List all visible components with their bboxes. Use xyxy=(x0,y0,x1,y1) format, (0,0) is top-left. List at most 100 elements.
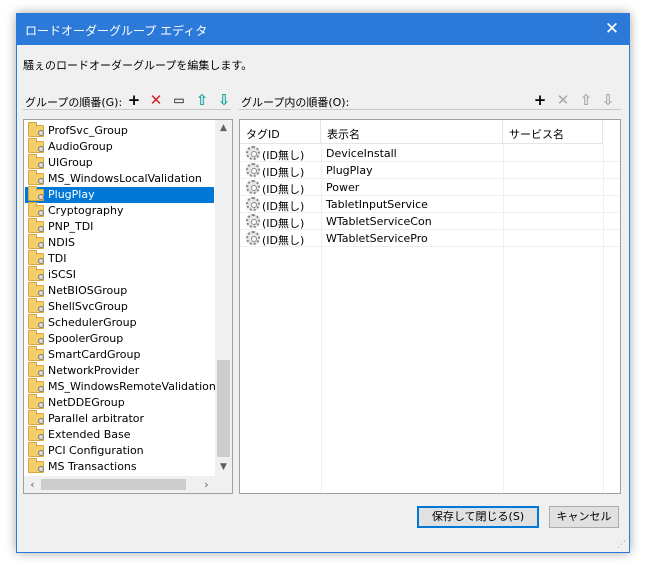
folder-gear-icon xyxy=(28,346,44,361)
group-list-item-label: ProfSvc_Group xyxy=(48,124,128,137)
group-list-item-label: SpoolerGroup xyxy=(48,332,124,345)
group-list-item-label: ShellSvcGroup xyxy=(48,300,128,313)
display-name-cell: PlugPlay xyxy=(326,164,373,177)
service-row[interactable]: (ID無し) WTabletServiceCon xyxy=(240,213,620,230)
column-header-tag[interactable]: タグID xyxy=(240,120,321,144)
group-list-item[interactable]: ShellSvcGroup xyxy=(25,298,214,315)
in-group-order-label: グループ内の順番(O): xyxy=(241,96,350,109)
scroll-down-icon[interactable]: ▼ xyxy=(215,459,232,476)
save-close-button[interactable]: 保存して閉じる(S) xyxy=(417,506,539,528)
description-text: 騒ぇのロードオーダーグループを編集します。 xyxy=(23,59,253,72)
folder-gear-icon xyxy=(28,362,44,377)
group-list-item[interactable]: UIGroup xyxy=(25,154,214,171)
group-list-item[interactable]: Parallel arbitrator xyxy=(25,410,214,427)
group-list-item[interactable]: iSCSI xyxy=(25,266,214,283)
group-list-item-label: PlugPlay xyxy=(48,188,95,201)
group-list-item[interactable]: AudioGroup xyxy=(25,138,214,155)
rename-group-icon[interactable]: ▭ xyxy=(170,91,188,109)
group-list[interactable]: ProfSvc_Group AudioGroup UIGroup MS_Windows… xyxy=(23,119,233,494)
group-list-item[interactable]: NetBIOSGroup xyxy=(25,282,214,299)
display-name-cell: WTabletServicePro xyxy=(326,232,428,245)
group-list-item[interactable]: TDI xyxy=(25,250,214,267)
horizontal-scrollbar[interactable]: ‹ › xyxy=(24,476,215,493)
service-row[interactable]: (ID無し) Power xyxy=(240,179,620,196)
group-list-item[interactable]: PlugPlay xyxy=(25,186,214,203)
group-list-item[interactable]: Extended Base xyxy=(25,426,214,443)
group-list-item[interactable]: MS_WindowsRemoteValidation xyxy=(25,378,216,395)
folder-gear-icon xyxy=(28,138,44,153)
folder-gear-icon xyxy=(28,410,44,425)
group-list-item[interactable]: PNP_TDI xyxy=(25,218,214,235)
in-group-order-header: グループ内の順番(O): + ✕ ⇧ ⇩ xyxy=(239,90,621,110)
group-list-item-label: Extended Base xyxy=(48,428,131,441)
folder-gear-icon xyxy=(28,442,44,457)
group-list-item[interactable]: SmartCardGroup xyxy=(25,346,214,363)
tag-id-cell: (ID無し) xyxy=(262,217,305,230)
group-list-item-label: iSCSI xyxy=(48,268,76,281)
group-list-item[interactable]: SpoolerGroup xyxy=(25,330,214,347)
delete-group-icon[interactable]: ✕ xyxy=(147,91,165,109)
folder-gear-icon xyxy=(28,458,44,473)
group-list-item[interactable]: NDIS xyxy=(25,234,214,251)
service-grid[interactable]: タグID 表示名 サービス名 (ID無し) DeviceInstall (ID無し)… xyxy=(239,119,621,494)
display-name-cell: Power xyxy=(326,181,360,194)
folder-gear-icon xyxy=(28,218,44,233)
window-title: ロードオーダーグループ エディタ xyxy=(25,24,208,38)
group-list-item[interactable]: NetDDEGroup xyxy=(25,394,214,411)
vertical-scrollbar[interactable]: ▲ ▼ xyxy=(215,120,232,476)
tag-id-cell: (ID無し) xyxy=(262,183,305,196)
group-list-item-label: NetDDEGroup xyxy=(48,396,125,409)
load-order-group-editor-window: ロードオーダーグループ エディタ ✕ 騒ぇのロードオーダーグループを編集します。… xyxy=(16,13,630,553)
folder-gear-icon xyxy=(28,170,44,185)
group-list-item-label: MS Transactions xyxy=(48,460,137,473)
group-list-item-label: NDIS xyxy=(48,236,75,249)
group-list-item-label: UIGroup xyxy=(48,156,93,169)
service-row[interactable]: (ID無し) TabletInputService xyxy=(240,196,620,213)
column-header-service-name[interactable]: サービス名 xyxy=(503,120,603,144)
group-list-item-label: PNP_TDI xyxy=(48,220,94,233)
service-row[interactable]: (ID無し) DeviceInstall xyxy=(240,145,620,162)
group-list-item-label: NetworkProvider xyxy=(48,364,140,377)
move-down-icon[interactable]: ⇩ xyxy=(215,91,233,109)
group-list-item[interactable]: ProfSvc_Group xyxy=(25,122,214,139)
delete-service-icon[interactable]: ✕ xyxy=(554,91,572,109)
folder-gear-icon xyxy=(28,186,44,201)
service-row[interactable]: (ID無し) WTabletServicePro xyxy=(240,230,620,247)
group-list-item-label: MS_WindowsRemoteValidation xyxy=(48,380,216,393)
add-service-icon[interactable]: + xyxy=(531,91,549,109)
group-list-item-label: Parallel arbitrator xyxy=(48,412,145,425)
scroll-right-icon[interactable]: › xyxy=(198,476,215,493)
group-list-item-label: SmartCardGroup xyxy=(48,348,141,361)
group-list-item[interactable]: MS Transactions xyxy=(25,458,214,475)
group-list-item[interactable]: PCI Configuration xyxy=(25,442,214,459)
close-icon[interactable]: ✕ xyxy=(595,14,629,45)
cancel-button[interactable]: キャンセル xyxy=(549,506,619,528)
resize-grip-icon[interactable]: ⋰ xyxy=(617,540,627,550)
column-header-display-name[interactable]: 表示名 xyxy=(321,120,503,144)
group-order-header: グループの順番(G): + ✕ ▭ ⇧ ⇩ xyxy=(23,90,231,110)
folder-gear-icon xyxy=(28,154,44,169)
group-list-item[interactable]: Cryptography xyxy=(25,202,214,219)
service-up-icon[interactable]: ⇧ xyxy=(577,91,595,109)
folder-gear-icon xyxy=(28,282,44,297)
group-list-item[interactable]: MS_WindowsLocalValidation xyxy=(25,170,214,187)
group-list-item-label: NetBIOSGroup xyxy=(48,284,128,297)
move-up-icon[interactable]: ⇧ xyxy=(193,91,211,109)
group-list-item[interactable]: SchedulerGroup xyxy=(25,314,214,331)
scroll-up-icon[interactable]: ▲ xyxy=(215,120,232,137)
tag-id-cell: (ID無し) xyxy=(262,149,305,162)
group-list-item[interactable]: NetworkProvider xyxy=(25,362,214,379)
gear-icon xyxy=(246,146,260,160)
horizontal-scroll-thumb[interactable] xyxy=(41,479,186,490)
group-list-item-label: MS_WindowsLocalValidation xyxy=(48,172,202,185)
tag-id-cell: (ID無し) xyxy=(262,234,305,247)
display-name-cell: TabletInputService xyxy=(326,198,428,211)
service-row[interactable]: (ID無し) PlugPlay xyxy=(240,162,620,179)
group-list-item-label: PCI Configuration xyxy=(48,444,144,457)
scroll-left-icon[interactable]: ‹ xyxy=(24,476,41,493)
vertical-scroll-thumb[interactable] xyxy=(217,360,230,457)
scrollbar-corner xyxy=(215,476,232,493)
add-group-icon[interactable]: + xyxy=(125,91,143,109)
folder-gear-icon xyxy=(28,314,44,329)
service-down-icon[interactable]: ⇩ xyxy=(599,91,617,109)
